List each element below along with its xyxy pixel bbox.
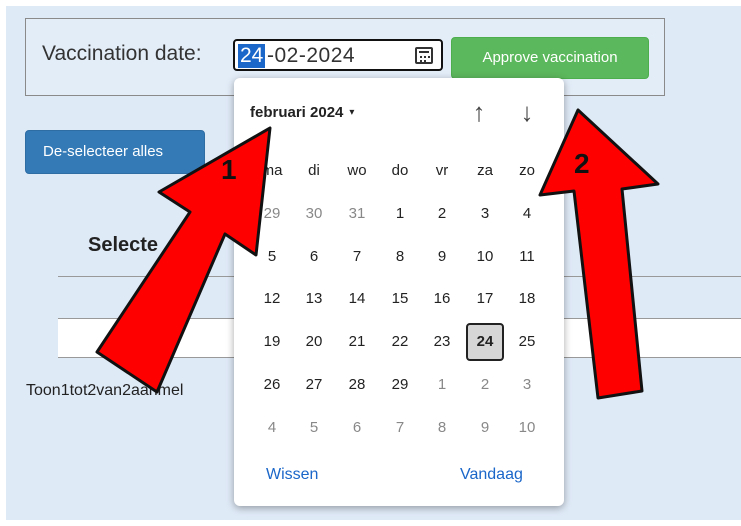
annotation-overlay: 1 2 <box>95 108 660 400</box>
annotation-arrow-1-icon <box>95 126 272 394</box>
annotation-label-1: 1 <box>221 154 237 185</box>
annotation-label-2: 2 <box>574 148 590 179</box>
annotation-arrow-2-icon <box>538 108 660 400</box>
